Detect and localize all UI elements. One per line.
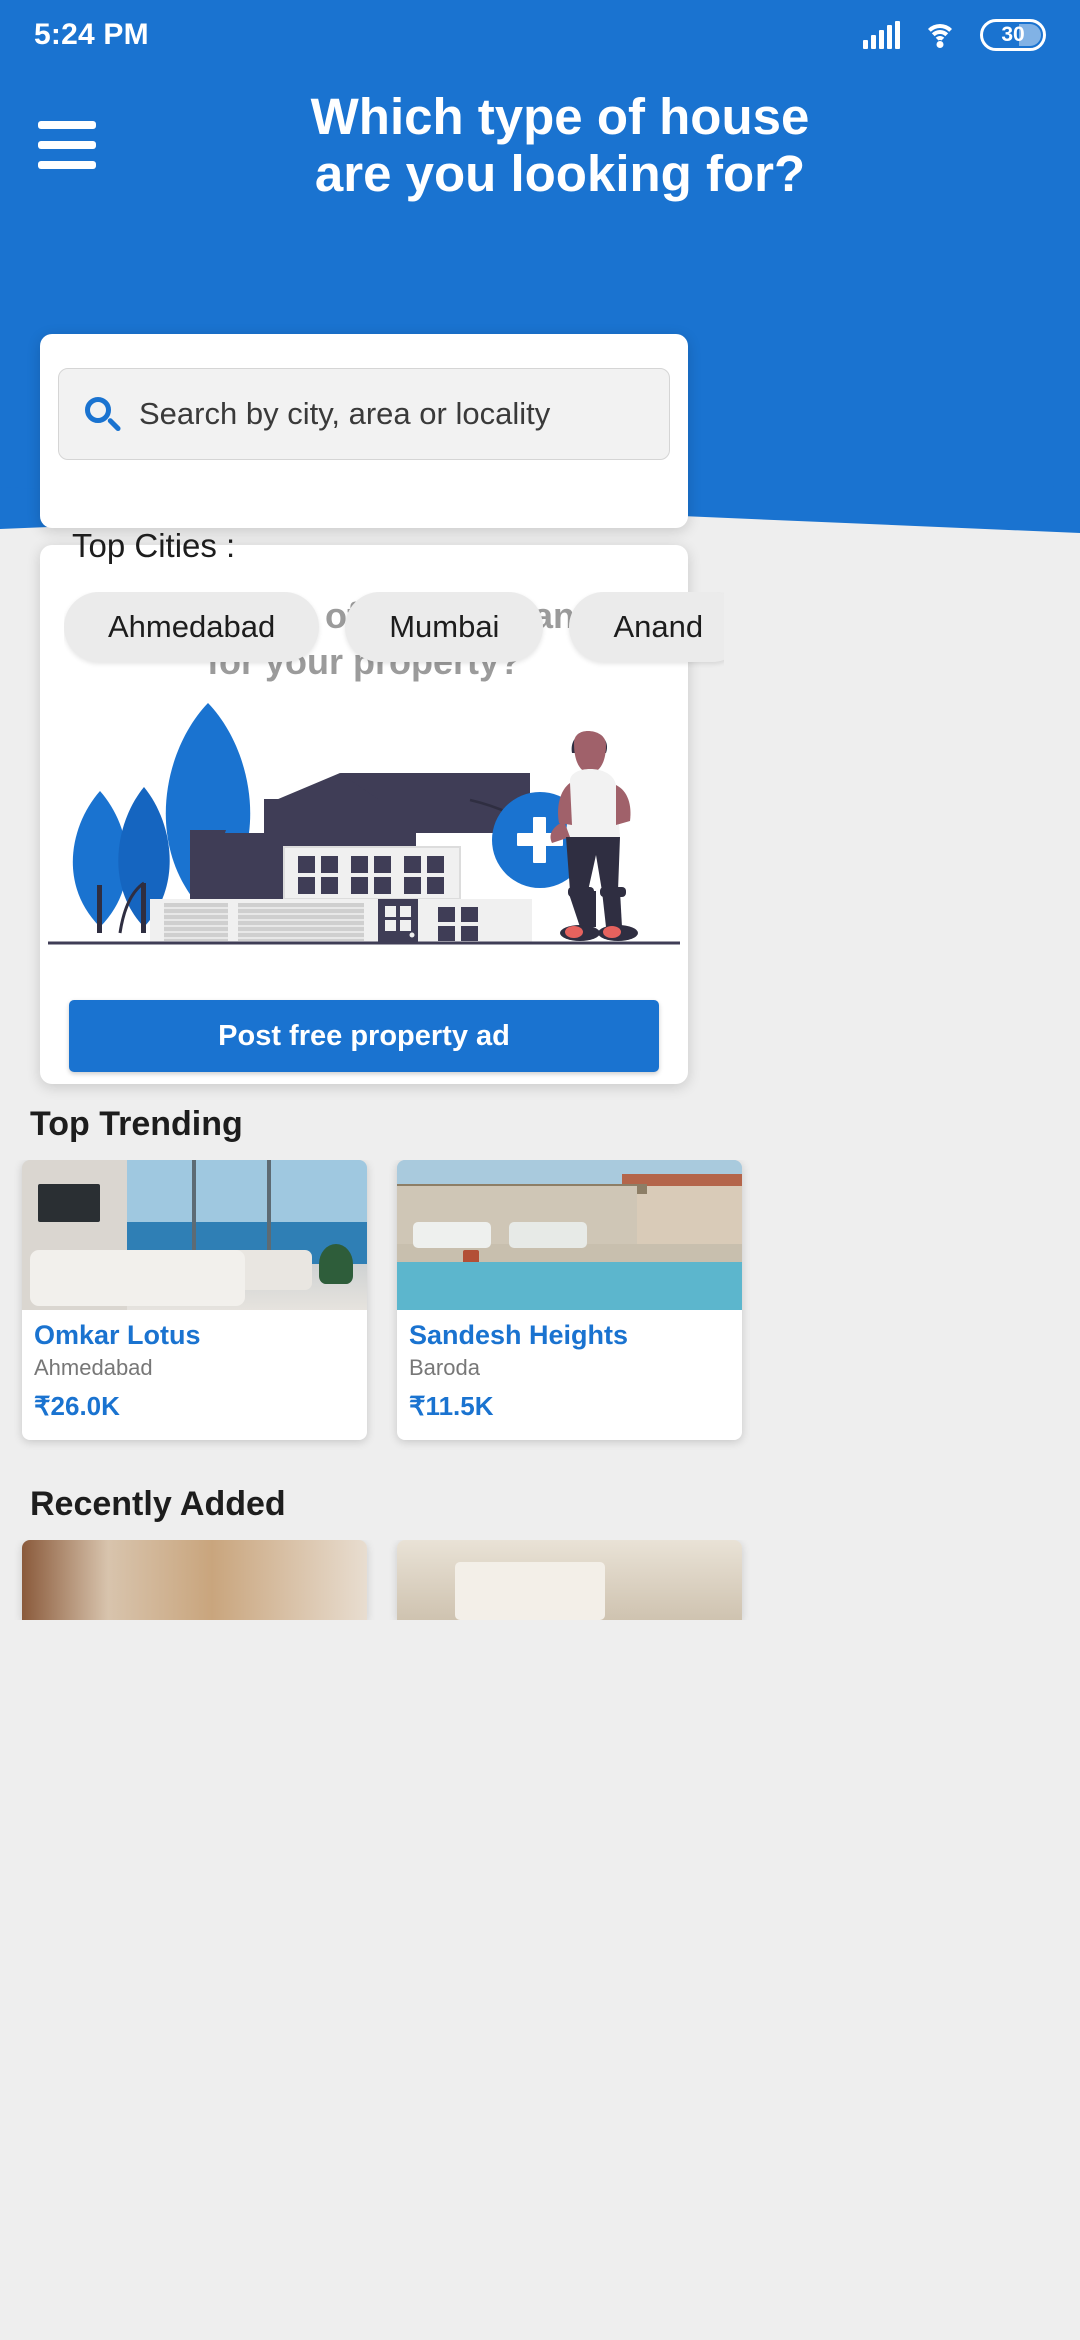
battery-icon: 30 (980, 19, 1046, 51)
property-card[interactable]: Sandesh Heights Baroda ₹11.5K (397, 1160, 742, 1440)
app-header: Which type of house are you looking for? (0, 88, 1080, 202)
search-icon (85, 397, 122, 433)
recent-property-card[interactable] (22, 1540, 367, 1620)
house-with-person-illustration (48, 703, 680, 945)
search-placeholder-text: Search by city, area or locality (139, 396, 551, 431)
top-trending-list[interactable]: Omkar Lotus Ahmedabad ₹26.0K Sandesh Hei… (0, 1160, 1080, 1455)
property-city: Ahmedabad (34, 1355, 153, 1381)
status-clock: 5:24 PM (34, 18, 149, 51)
status-icon-group: 30 (863, 19, 1046, 51)
property-price: ₹11.5K (409, 1391, 494, 1422)
search-input[interactable]: Search by city, area or locality (58, 368, 670, 460)
page-title: Which type of house are you looking for? (310, 88, 810, 203)
post-free-property-ad-button[interactable]: Post free property ad (69, 1000, 659, 1072)
person-trousers (566, 837, 620, 891)
recent-property-card[interactable] (397, 1540, 742, 1620)
search-card: Search by city, area or locality (40, 334, 688, 528)
wifi-icon (922, 21, 958, 49)
resort-pool-photo (397, 1160, 742, 1310)
property-price: ₹26.0K (34, 1391, 120, 1422)
property-info: Sandesh Heights Baroda ₹11.5K (397, 1310, 742, 1422)
property-city: Baroda (409, 1355, 480, 1381)
section-title-top-trending: Top Trending (30, 1105, 243, 1143)
city-chip-mumbai[interactable]: Mumbai (345, 592, 544, 662)
city-chip-anand[interactable]: Anand (569, 592, 724, 662)
battery-level-label: 30 (1001, 23, 1025, 46)
status-bar: 5:24 PM 30 (0, 0, 1080, 70)
property-name[interactable]: Omkar Lotus (34, 1320, 355, 1351)
person-shirt (566, 769, 620, 837)
top-cities-chip-list[interactable]: Ahmedabad Mumbai Anand Su (64, 592, 724, 678)
property-card[interactable]: Omkar Lotus Ahmedabad ₹26.0K (22, 1160, 367, 1440)
living-room-sea-view-photo (22, 1160, 367, 1310)
recently-added-list[interactable] (0, 1540, 1080, 1620)
property-info: Omkar Lotus Ahmedabad ₹26.0K (22, 1310, 367, 1422)
city-chip-ahmedabad[interactable]: Ahmedabad (64, 592, 320, 662)
signal-icon (863, 21, 900, 49)
section-title-recently-added: Recently Added (30, 1485, 286, 1523)
property-name[interactable]: Sandesh Heights (409, 1320, 730, 1351)
hamburger-menu-icon[interactable] (0, 121, 110, 170)
top-cities-label: Top Cities : (72, 527, 236, 564)
